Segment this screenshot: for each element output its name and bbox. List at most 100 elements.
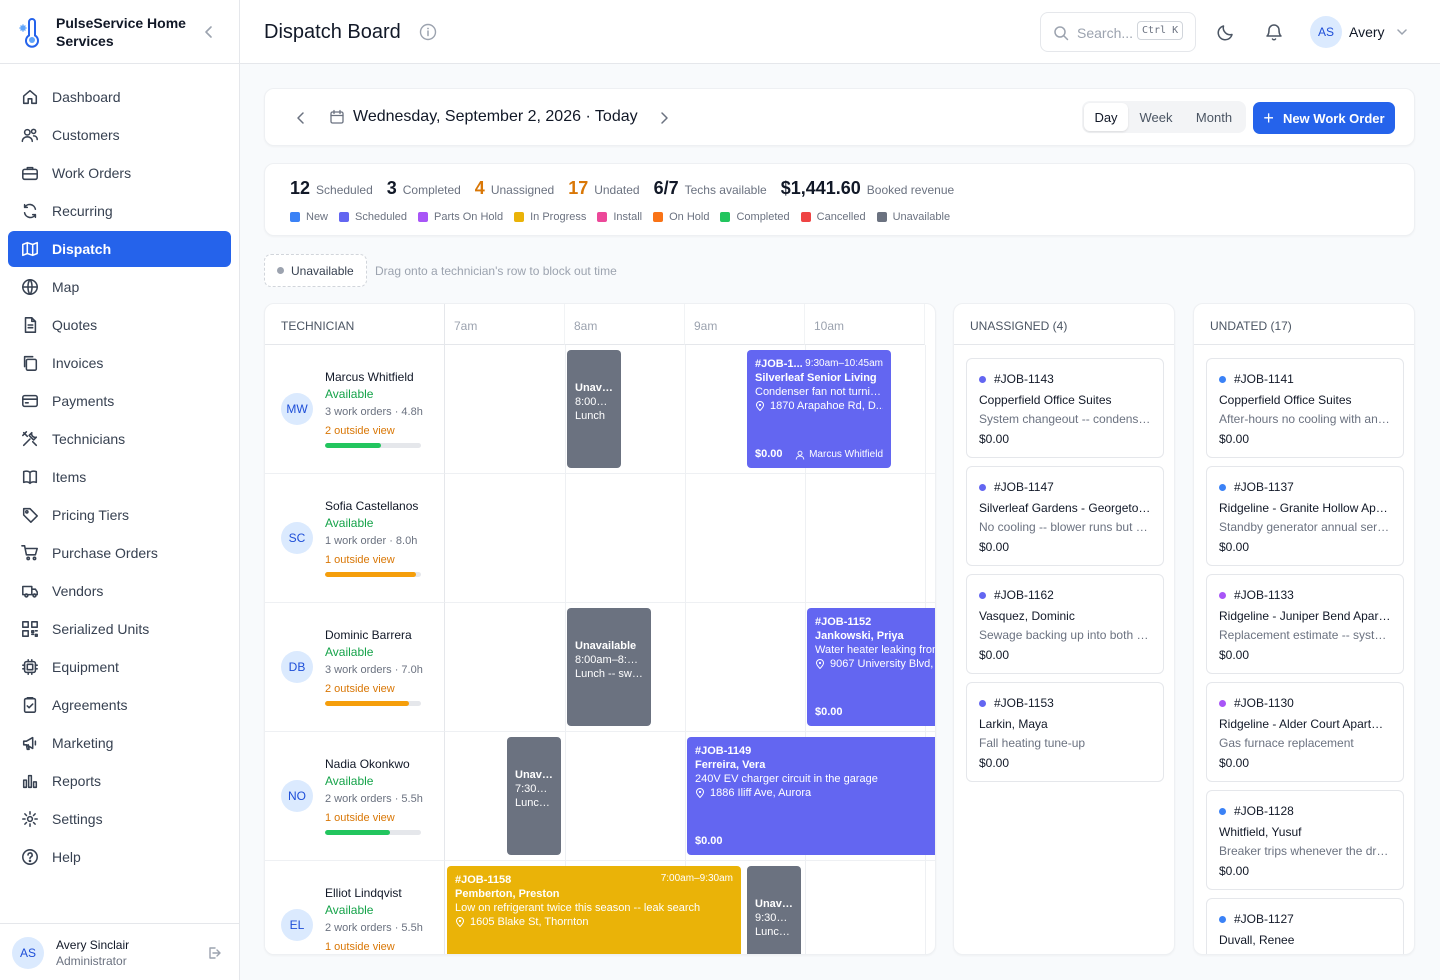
- unavailable-draggable-chip[interactable]: Unavailable: [264, 254, 367, 287]
- sidebar-item-technicians[interactable]: Technicians: [8, 421, 231, 457]
- header-avatar[interactable]: AS: [1310, 16, 1342, 48]
- unavailable-block[interactable]: Unava... 9:30am... Lunch ...: [747, 866, 801, 954]
- job-id: #JOB-1149: [695, 745, 752, 757]
- outside-view-link[interactable]: 2 outside view: [325, 683, 395, 695]
- job-block[interactable]: #JOB-1... 9:30am–10:45am Silverleaf Senior…: [747, 350, 891, 468]
- current-date[interactable]: Wednesday, September 2, 2026 · Today: [353, 108, 638, 126]
- job-card-price: $0.00: [979, 756, 1010, 770]
- job-card[interactable]: #JOB-1137 Ridgeline - Granite Hollow Apar…: [1206, 466, 1404, 566]
- unavailable-block[interactable]: Unava... 8:00am... Lunch: [567, 350, 621, 468]
- job-card[interactable]: #JOB-1153 Larkin, Maya Fall heating tune-u…: [966, 682, 1164, 782]
- sidebar-item-customers[interactable]: Customers: [8, 117, 231, 153]
- sidebar-item-reports[interactable]: Reports: [8, 763, 231, 799]
- new-work-order-button[interactable]: + New Work Order: [1253, 102, 1395, 134]
- job-card[interactable]: #JOB-1128 Whitfield, Yusuf Breaker trips w…: [1206, 790, 1404, 890]
- outside-view-link[interactable]: 1 outside view: [325, 554, 395, 566]
- sidebar-item-dashboard[interactable]: Dashboard: [8, 79, 231, 115]
- job-card[interactable]: #JOB-1141 Copperfield Office Suites After-…: [1206, 358, 1404, 458]
- header-user-name[interactable]: Avery: [1349, 24, 1385, 40]
- schedule-row[interactable]: [445, 474, 935, 603]
- sidebar-item-quotes[interactable]: Quotes: [8, 307, 231, 343]
- stat-label: Scheduled: [316, 183, 373, 197]
- technician-row[interactable]: NO Nadia Okonkwo Available 2 work orders · …: [265, 732, 445, 861]
- bell-icon[interactable]: [1264, 22, 1284, 42]
- sidebar-item-label: Items: [52, 469, 87, 485]
- sidebar-item-invoices[interactable]: Invoices: [8, 345, 231, 381]
- job-customer: Pemberton, Preston: [455, 888, 560, 900]
- outside-view-link[interactable]: 2 outside view: [325, 425, 395, 437]
- new-work-order-label: New Work Order: [1282, 110, 1385, 126]
- tab-week[interactable]: Week: [1128, 103, 1184, 131]
- sidebar-item-label: Customers: [52, 127, 120, 143]
- job-card[interactable]: #JOB-1133 Ridgeline - Juniper Bend Apartm…: [1206, 574, 1404, 674]
- sidebar-item-vendors[interactable]: Vendors: [8, 573, 231, 609]
- sidebar-item-label: Dispatch: [52, 241, 112, 257]
- job-block[interactable]: #JOB-1152 Jankowski, Priya Water heater le…: [807, 608, 935, 726]
- technician-status: Available: [325, 774, 374, 788]
- calendar-icon[interactable]: [329, 109, 345, 125]
- sidebar-item-agreements[interactable]: Agreements: [8, 687, 231, 723]
- unavailable-block[interactable]: Unavailable 8:00am–8:45... Lunch -- swi...: [567, 608, 651, 726]
- technician-name: Elliot Lindqvist: [325, 886, 402, 900]
- job-card[interactable]: #JOB-1143 Copperfield Office Suites System…: [966, 358, 1164, 458]
- job-assignee-name: Marcus Whitfield: [809, 449, 883, 460]
- book-icon: [20, 467, 40, 487]
- refresh-icon: [20, 201, 40, 221]
- job-card[interactable]: #JOB-1130 Ridgeline - Alder Court Apartme…: [1206, 682, 1404, 782]
- undated-header: UNDATED (17): [1194, 304, 1414, 345]
- sidebar-item-payments[interactable]: Payments: [8, 383, 231, 419]
- sidebar-item-settings[interactable]: Settings: [8, 801, 231, 837]
- job-card-id: #JOB-1147: [994, 480, 1054, 494]
- info-icon[interactable]: [419, 23, 437, 41]
- legend-swatch: [720, 212, 731, 222]
- sidebar-item-dispatch[interactable]: Dispatch: [8, 231, 231, 267]
- chevron-down-icon[interactable]: [1395, 26, 1409, 38]
- logout-icon[interactable]: [206, 945, 222, 961]
- sidebar-item-pricing-tiers[interactable]: Pricing Tiers: [8, 497, 231, 533]
- avatar: SC: [281, 522, 313, 554]
- stat-value: 6/7: [653, 178, 679, 198]
- hour-header: 8am: [565, 304, 685, 345]
- job-card-customer: Whitfield, Yusuf: [1219, 825, 1302, 839]
- plus-icon: +: [1263, 108, 1274, 128]
- technician-row[interactable]: DB Dominic Barrera Available 3 work orders …: [265, 603, 445, 732]
- job-card-description: No cooling -- blower runs but no cold ai…: [979, 520, 1151, 534]
- sidebar-item-purchase-orders[interactable]: Purchase Orders: [8, 535, 231, 571]
- next-day-icon[interactable]: [658, 110, 670, 126]
- megaphone-icon: [20, 733, 40, 753]
- tab-day[interactable]: Day: [1084, 103, 1128, 131]
- job-card-customer: Duvall, Renee: [1219, 933, 1295, 947]
- sidebar-item-recurring[interactable]: Recurring: [8, 193, 231, 229]
- technician-row[interactable]: EL Elliot Lindqvist Available 2 work orders…: [265, 861, 445, 954]
- technician-row[interactable]: MW Marcus Whitfield Available 3 work orders…: [265, 345, 445, 474]
- unavailable-block[interactable]: Unava... 7:30am... Lunch ...: [507, 737, 561, 855]
- moon-icon[interactable]: [1216, 22, 1236, 42]
- technician-workload: 2 work orders · 5.5h: [325, 922, 423, 934]
- job-block[interactable]: 7:00am–9:30am #JOB-1158 Pemberton, Preston…: [447, 866, 741, 954]
- sidebar-item-work-orders[interactable]: Work Orders: [8, 155, 231, 191]
- job-card[interactable]: #JOB-1127 Duvall, Renee Sump pump cycling …: [1206, 898, 1404, 954]
- job-address-text: 1605 Blake St, Thornton: [470, 916, 589, 928]
- sidebar-item-equipment[interactable]: Equipment: [8, 649, 231, 685]
- avatar[interactable]: AS: [12, 937, 44, 969]
- outside-view-link[interactable]: 1 outside view: [325, 812, 395, 824]
- previous-day-icon[interactable]: [295, 110, 307, 126]
- capacity-bar: [325, 701, 421, 706]
- search-input[interactable]: Search... Ctrl K: [1040, 12, 1196, 52]
- sidebar-item-help[interactable]: Help: [8, 839, 231, 875]
- outside-view-link[interactable]: 1 outside view: [325, 941, 395, 953]
- stat-label: Techs available: [684, 183, 767, 197]
- job-card[interactable]: #JOB-1162 Vasquez, Dominic Sewage backing …: [966, 574, 1164, 674]
- sidebar-item-label: Quotes: [52, 317, 98, 333]
- tab-month[interactable]: Month: [1184, 103, 1244, 131]
- sidebar-item-items[interactable]: Items: [8, 459, 231, 495]
- technician-status: Available: [325, 645, 374, 659]
- job-card[interactable]: #JOB-1147 Silverleaf Gardens - Georgetown…: [966, 466, 1164, 566]
- sidebar-item-label: Equipment: [52, 659, 119, 675]
- sidebar-item-map[interactable]: Map: [8, 269, 231, 305]
- technician-row[interactable]: SC Sofia Castellanos Available 1 work order…: [265, 474, 445, 603]
- sidebar-item-marketing[interactable]: Marketing: [8, 725, 231, 761]
- job-block[interactable]: #JOB-1149 Ferreira, Vera 240V EV charger c…: [687, 737, 935, 855]
- sidebar-item-serialized-units[interactable]: Serialized Units: [8, 611, 231, 647]
- collapse-sidebar-icon[interactable]: [202, 24, 216, 40]
